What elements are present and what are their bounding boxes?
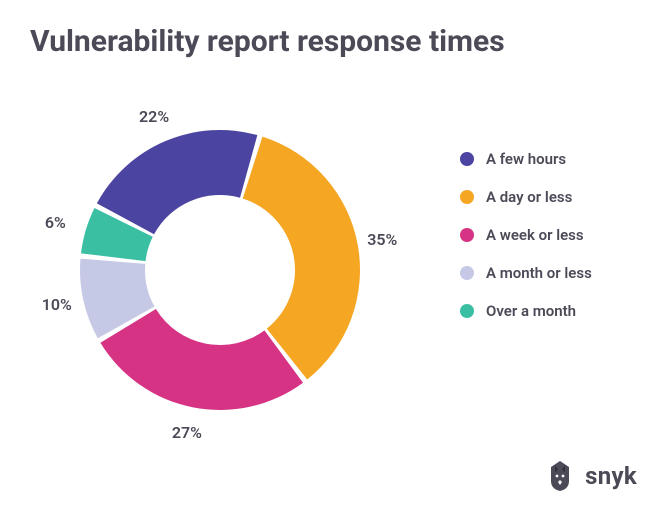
legend-item-a-few-hours: A few hours: [460, 150, 592, 168]
legend-swatch: [460, 190, 474, 204]
legend-swatch: [460, 266, 474, 280]
donut-slice: [97, 130, 257, 234]
brand-name: snyk: [585, 462, 637, 490]
legend-item-a-week-or-less: A week or less: [460, 226, 592, 244]
legend-label: A few hours: [486, 150, 566, 168]
legend-item-a-month-or-less: A month or less: [460, 264, 592, 282]
brand-logo: snyk: [545, 459, 637, 493]
legend-swatch: [460, 304, 474, 318]
legend-label: A week or less: [486, 226, 584, 244]
slice-label: 22%: [139, 107, 169, 126]
slice-label: 35%: [367, 230, 397, 249]
legend-label: Over a month: [486, 302, 576, 320]
legend-item-over-a-month: Over a month: [460, 302, 592, 320]
legend-swatch: [460, 152, 474, 166]
chart-title: Vulnerability report response times: [30, 24, 505, 59]
legend-item-a-day-or-less: A day or less: [460, 188, 592, 206]
donut-svg: [40, 80, 400, 440]
legend-swatch: [460, 228, 474, 242]
legend-label: A day or less: [486, 188, 572, 206]
dog-icon: [545, 459, 575, 493]
slice-label: 10%: [42, 295, 72, 314]
legend-label: A month or less: [486, 264, 592, 282]
legend: A few hours A day or less A week or less…: [460, 150, 592, 320]
slice-label: 27%: [172, 423, 202, 442]
slice-label: 6%: [45, 213, 66, 232]
donut-chart: 22% 35% 27% 10% 6%: [40, 80, 400, 440]
